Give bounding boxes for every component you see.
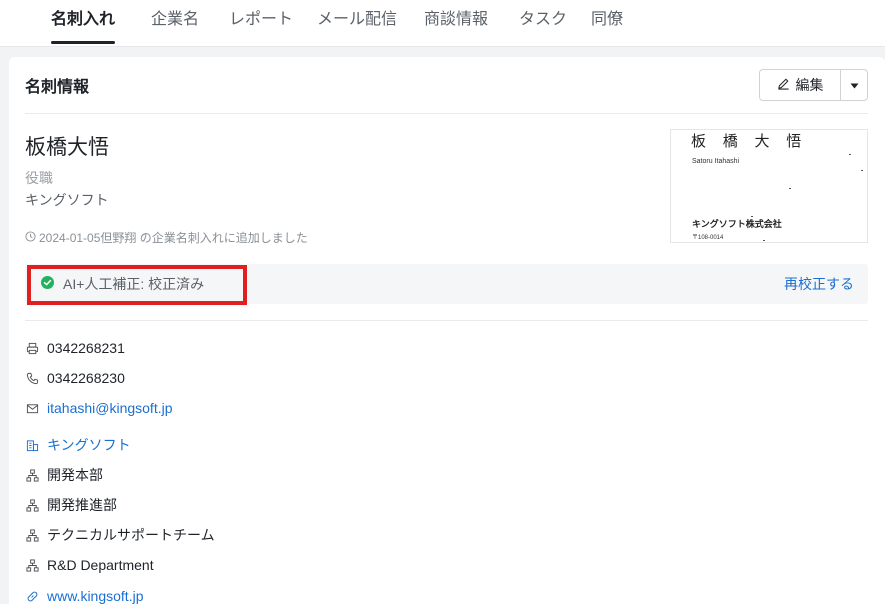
top-nav: 名刺入れ 企業名 レポート メール配信 商談情報 タスク 同僚: [0, 0, 885, 47]
card-image-roman-name: Satoru Itahashi: [692, 158, 740, 165]
divider: [25, 320, 868, 321]
added-history: 2024-01-05但野翔 の企業名刺入れに追加しました: [25, 229, 308, 246]
clock-icon: [25, 230, 36, 245]
edit-button-group: 編集: [759, 69, 868, 101]
business-card-image[interactable]: 板 橋 大 悟 Satoru Itahashi キングソフト株式会社 〒108-…: [670, 129, 868, 243]
department-row: テクニカルサポートチーム: [25, 525, 215, 545]
org-chart-icon: [25, 558, 39, 572]
card-image-speck: [861, 170, 863, 171]
tab-business-cards[interactable]: 名刺入れ: [51, 0, 116, 47]
department-row: 開発本部: [25, 465, 103, 485]
phone-number: 0342268230: [47, 370, 125, 386]
email-link[interactable]: itahashi@kingsoft.jp: [47, 400, 173, 416]
business-card-panel: 名刺情報 編集 板橋大悟 役職 キングソフト 2024-01-05但野翔 の企業…: [9, 57, 885, 604]
tab-mail-delivery[interactable]: メール配信: [317, 0, 397, 47]
card-image-speck: [751, 216, 753, 217]
tab-reports[interactable]: レポート: [229, 0, 293, 47]
card-image-speck: [763, 240, 765, 241]
fax-icon: [25, 341, 39, 355]
card-image-speck: [849, 154, 851, 155]
recheck-link[interactable]: 再校正する: [784, 264, 854, 304]
org-chart-icon: [25, 468, 39, 482]
department-row: 開発推進部: [25, 495, 117, 515]
highlight-box: [27, 265, 247, 305]
email-row: itahashi@kingsoft.jp: [25, 398, 173, 418]
person-name: 板橋大悟: [25, 136, 109, 159]
department-name: R&D Department: [47, 557, 154, 573]
org-chart-icon: [25, 528, 39, 542]
tab-tasks[interactable]: タスク: [519, 0, 567, 47]
website-link[interactable]: www.kingsoft.jp: [47, 588, 143, 604]
tab-deals[interactable]: 商談情報: [424, 0, 488, 47]
company-link[interactable]: キングソフト: [47, 435, 131, 455]
tab-companies[interactable]: 企業名: [151, 0, 199, 47]
phone-icon: [25, 371, 39, 385]
department-name: 開発本部: [47, 467, 103, 483]
tab-colleagues[interactable]: 同僚: [591, 0, 623, 47]
building-icon: [25, 438, 39, 452]
department-row: R&D Department: [25, 555, 154, 575]
card-image-speck: [789, 188, 791, 189]
website-row: www.kingsoft.jp: [25, 586, 143, 604]
mail-icon: [25, 401, 39, 415]
card-image-company: キングソフト株式会社: [692, 219, 782, 229]
correction-status-bar: AI+人工補正: 校正済み 再校正する: [25, 264, 868, 305]
edit-button[interactable]: 編集: [760, 70, 840, 100]
phone-row: 0342268230: [25, 368, 125, 388]
link-icon: [25, 589, 39, 603]
added-history-text: 2024-01-05但野翔 の企業名刺入れに追加しました: [39, 231, 308, 245]
card-image-name: 板 橋 大 悟: [691, 132, 808, 150]
card-image-zip: 〒108-0014: [692, 235, 724, 241]
card-title: 名刺情報: [25, 79, 90, 96]
fax-number: 0342268231: [47, 340, 125, 356]
department-name: 開発推進部: [47, 497, 117, 513]
divider: [25, 113, 868, 114]
person-role: 役職: [25, 170, 53, 186]
caret-down-icon: [850, 76, 859, 94]
department-name: テクニカルサポートチーム: [47, 527, 215, 543]
pencil-icon: [777, 77, 790, 93]
edit-dropdown-button[interactable]: [841, 70, 868, 100]
company-row: キングソフト: [25, 435, 131, 455]
org-chart-icon: [25, 498, 39, 512]
person-company: キングソフト: [25, 192, 109, 208]
fax-row: 0342268231: [25, 338, 125, 358]
edit-label: 編集: [795, 77, 824, 93]
